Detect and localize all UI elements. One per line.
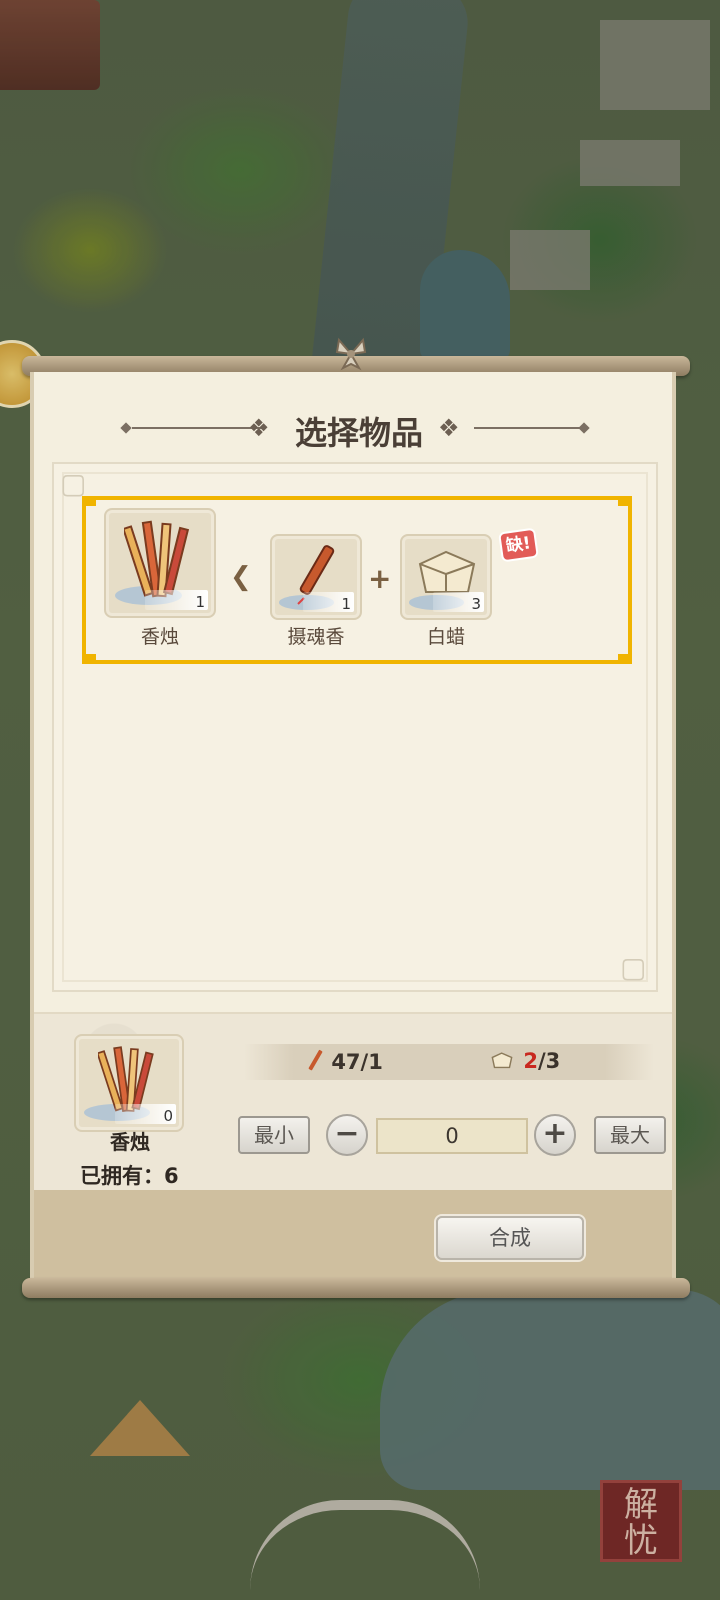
ingredient-slot-white-wax[interactable]: 3 (400, 534, 492, 620)
min-button[interactable]: 最小 (238, 1116, 310, 1154)
owned-quantity: 已拥有：6 (80, 1160, 179, 1190)
requirement-white-wax: 2/3 (488, 1049, 560, 1073)
ingredient-name: 摄魂香 (287, 626, 345, 648)
dialog-title-row: ❖ 选择物品 ❖ (34, 406, 672, 452)
ingredient-slot-soul-incense[interactable]: 1 (270, 534, 362, 620)
title-ornament-icon (578, 422, 590, 434)
white-wax-icon (491, 1052, 513, 1069)
owned-value: 6 (164, 1164, 179, 1188)
decrease-button[interactable]: − (326, 1114, 368, 1156)
requirements-strip: 47/1 2/3 (244, 1044, 654, 1080)
requirement-soul-incense: 47/1 (306, 1049, 383, 1074)
selected-item-count: 0 (163, 1107, 173, 1125)
title-divider (474, 427, 584, 429)
highlight-corner (618, 496, 632, 506)
title-divider (132, 427, 262, 429)
fret-corner-icon: ▢ (620, 951, 647, 984)
highlight-corner (618, 654, 632, 664)
requirement-have-insufficient: 2 (523, 1049, 538, 1073)
dialog-footer: 合成 (34, 1190, 672, 1282)
result-item-count: 1 (195, 593, 205, 611)
minus-icon: − (334, 1116, 360, 1151)
incense-icon (308, 1049, 323, 1071)
dialog-title: 选择物品 (294, 414, 423, 452)
title-swirl-icon: ❖ (248, 414, 270, 442)
select-item-dialog: ❖ 选择物品 ❖ ▢ ▢ 1 香烛 ❮ 1 摄魂香 + 3 白蜡 缺! 0 香烛… (30, 372, 676, 1282)
ingredient-count: 3 (471, 595, 481, 613)
craft-control-area: 0 香烛 已拥有：6 47/1 2/3 最小 − 0 + 最大 (34, 1012, 672, 1192)
selected-item-slot: 0 (74, 1034, 184, 1132)
highlight-corner (82, 496, 96, 506)
compose-button[interactable]: 合成 (436, 1216, 584, 1260)
ingredient-count: 1 (341, 595, 351, 613)
scroll-knot-icon (335, 337, 367, 371)
requirement-need: /3 (537, 1049, 561, 1073)
highlight-corner (82, 654, 96, 664)
plus-icon: + (368, 562, 392, 595)
title-ornament-icon (120, 422, 132, 434)
increase-button[interactable]: + (534, 1114, 576, 1156)
lack-badge: 缺! (498, 527, 539, 563)
ingredient-name: 白蜡 (426, 626, 465, 648)
selected-item-name: 香烛 (110, 1130, 150, 1154)
scroll-bottom-rod (22, 1278, 690, 1298)
max-button[interactable]: 最大 (594, 1116, 666, 1154)
recipe-arrow-icon: ❮ (230, 562, 252, 592)
result-item-name: 香烛 (140, 626, 179, 648)
requirement-need: /1 (360, 1050, 383, 1074)
requirement-have: 47 (331, 1050, 361, 1074)
owned-label: 已拥有： (80, 1164, 164, 1188)
quantity-input[interactable]: 0 (376, 1118, 528, 1154)
result-item-slot[interactable]: 1 (104, 508, 216, 618)
title-swirl-icon: ❖ (438, 414, 460, 442)
plus-icon: + (542, 1116, 568, 1151)
